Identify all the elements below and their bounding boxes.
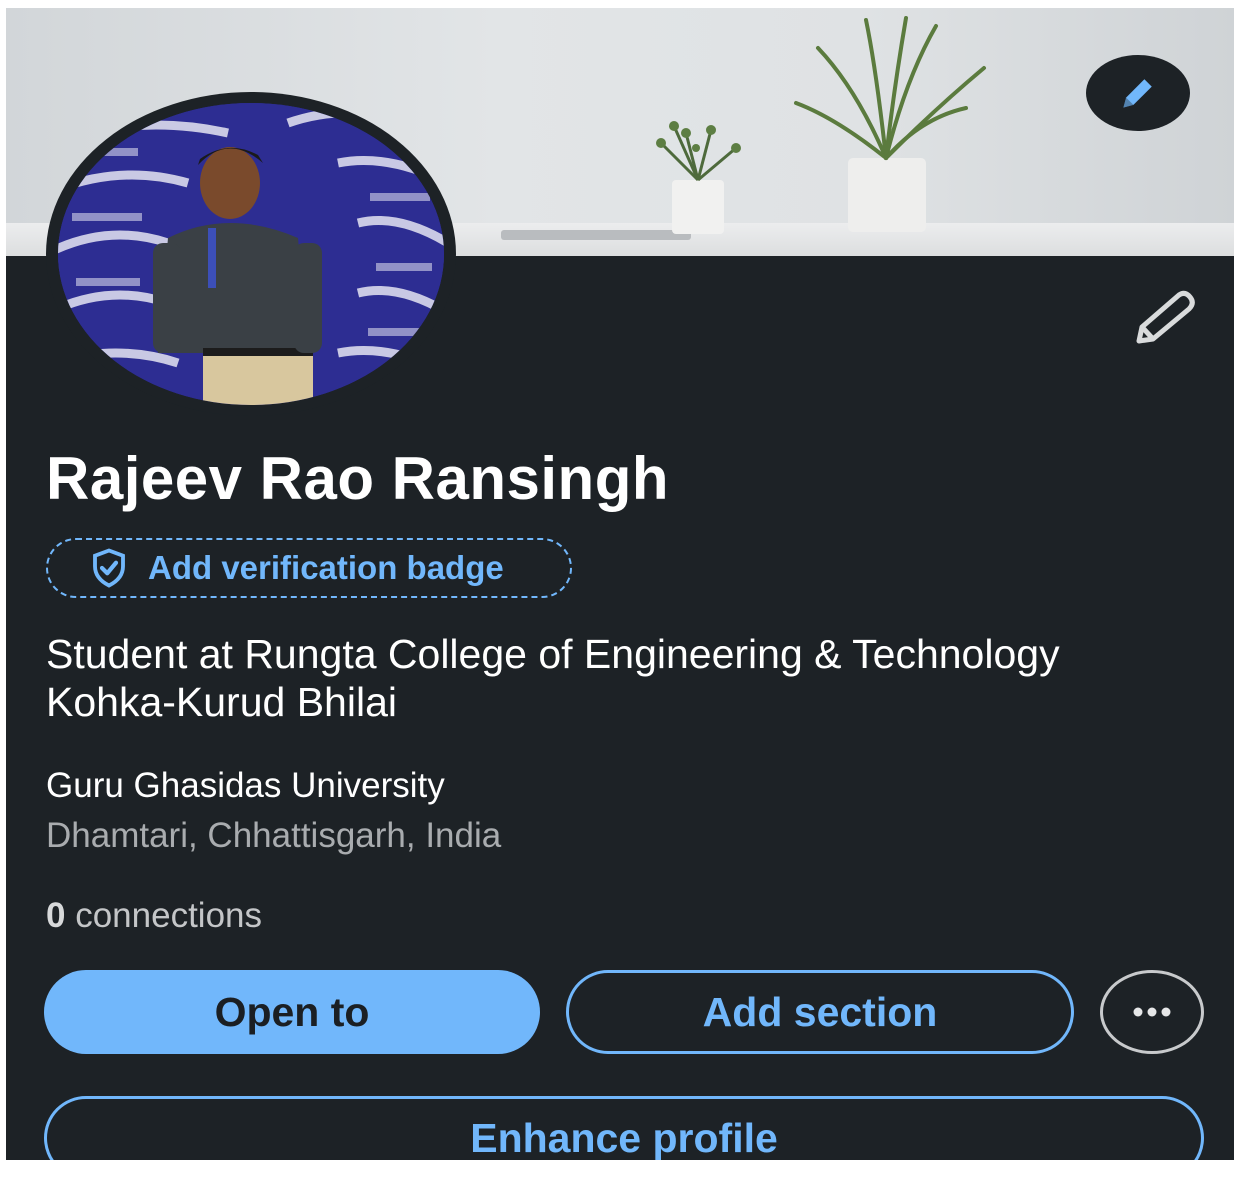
verification-label: Add verification badge <box>148 549 504 586</box>
avatar-photo <box>58 103 444 405</box>
shield-check-icon <box>93 548 125 588</box>
add-section-button[interactable]: Add section <box>566 970 1074 1054</box>
open-to-button[interactable]: Open to <box>44 970 540 1054</box>
pencil-icon <box>1123 79 1152 108</box>
ellipsis-icon <box>1133 1007 1171 1017</box>
edit-intro-button[interactable] <box>1124 286 1200 352</box>
profile-name: Rajeev Rao Ransingh <box>46 445 670 512</box>
profile-education[interactable]: Guru Ghasidas University <box>46 766 445 806</box>
profile-card: Rajeev Rao Ransingh Add verification bad… <box>6 8 1234 1160</box>
connections-link[interactable]: 0 connections <box>46 896 262 936</box>
profile-headline: Student at Rungta College of Engineering… <box>46 631 1060 725</box>
profile-avatar[interactable] <box>46 92 456 416</box>
connections-label: connections <box>75 896 262 935</box>
enhance-profile-button[interactable]: Enhance profile <box>44 1096 1204 1160</box>
connections-count: 0 <box>46 896 66 935</box>
edit-cover-button[interactable] <box>1086 55 1190 131</box>
add-verification-badge-button[interactable]: Add verification badge <box>46 538 572 598</box>
more-actions-button[interactable] <box>1100 970 1204 1054</box>
profile-location: Dhamtari, Chhattisgarh, India <box>46 816 502 855</box>
pencil-outline-icon <box>1136 290 1195 344</box>
